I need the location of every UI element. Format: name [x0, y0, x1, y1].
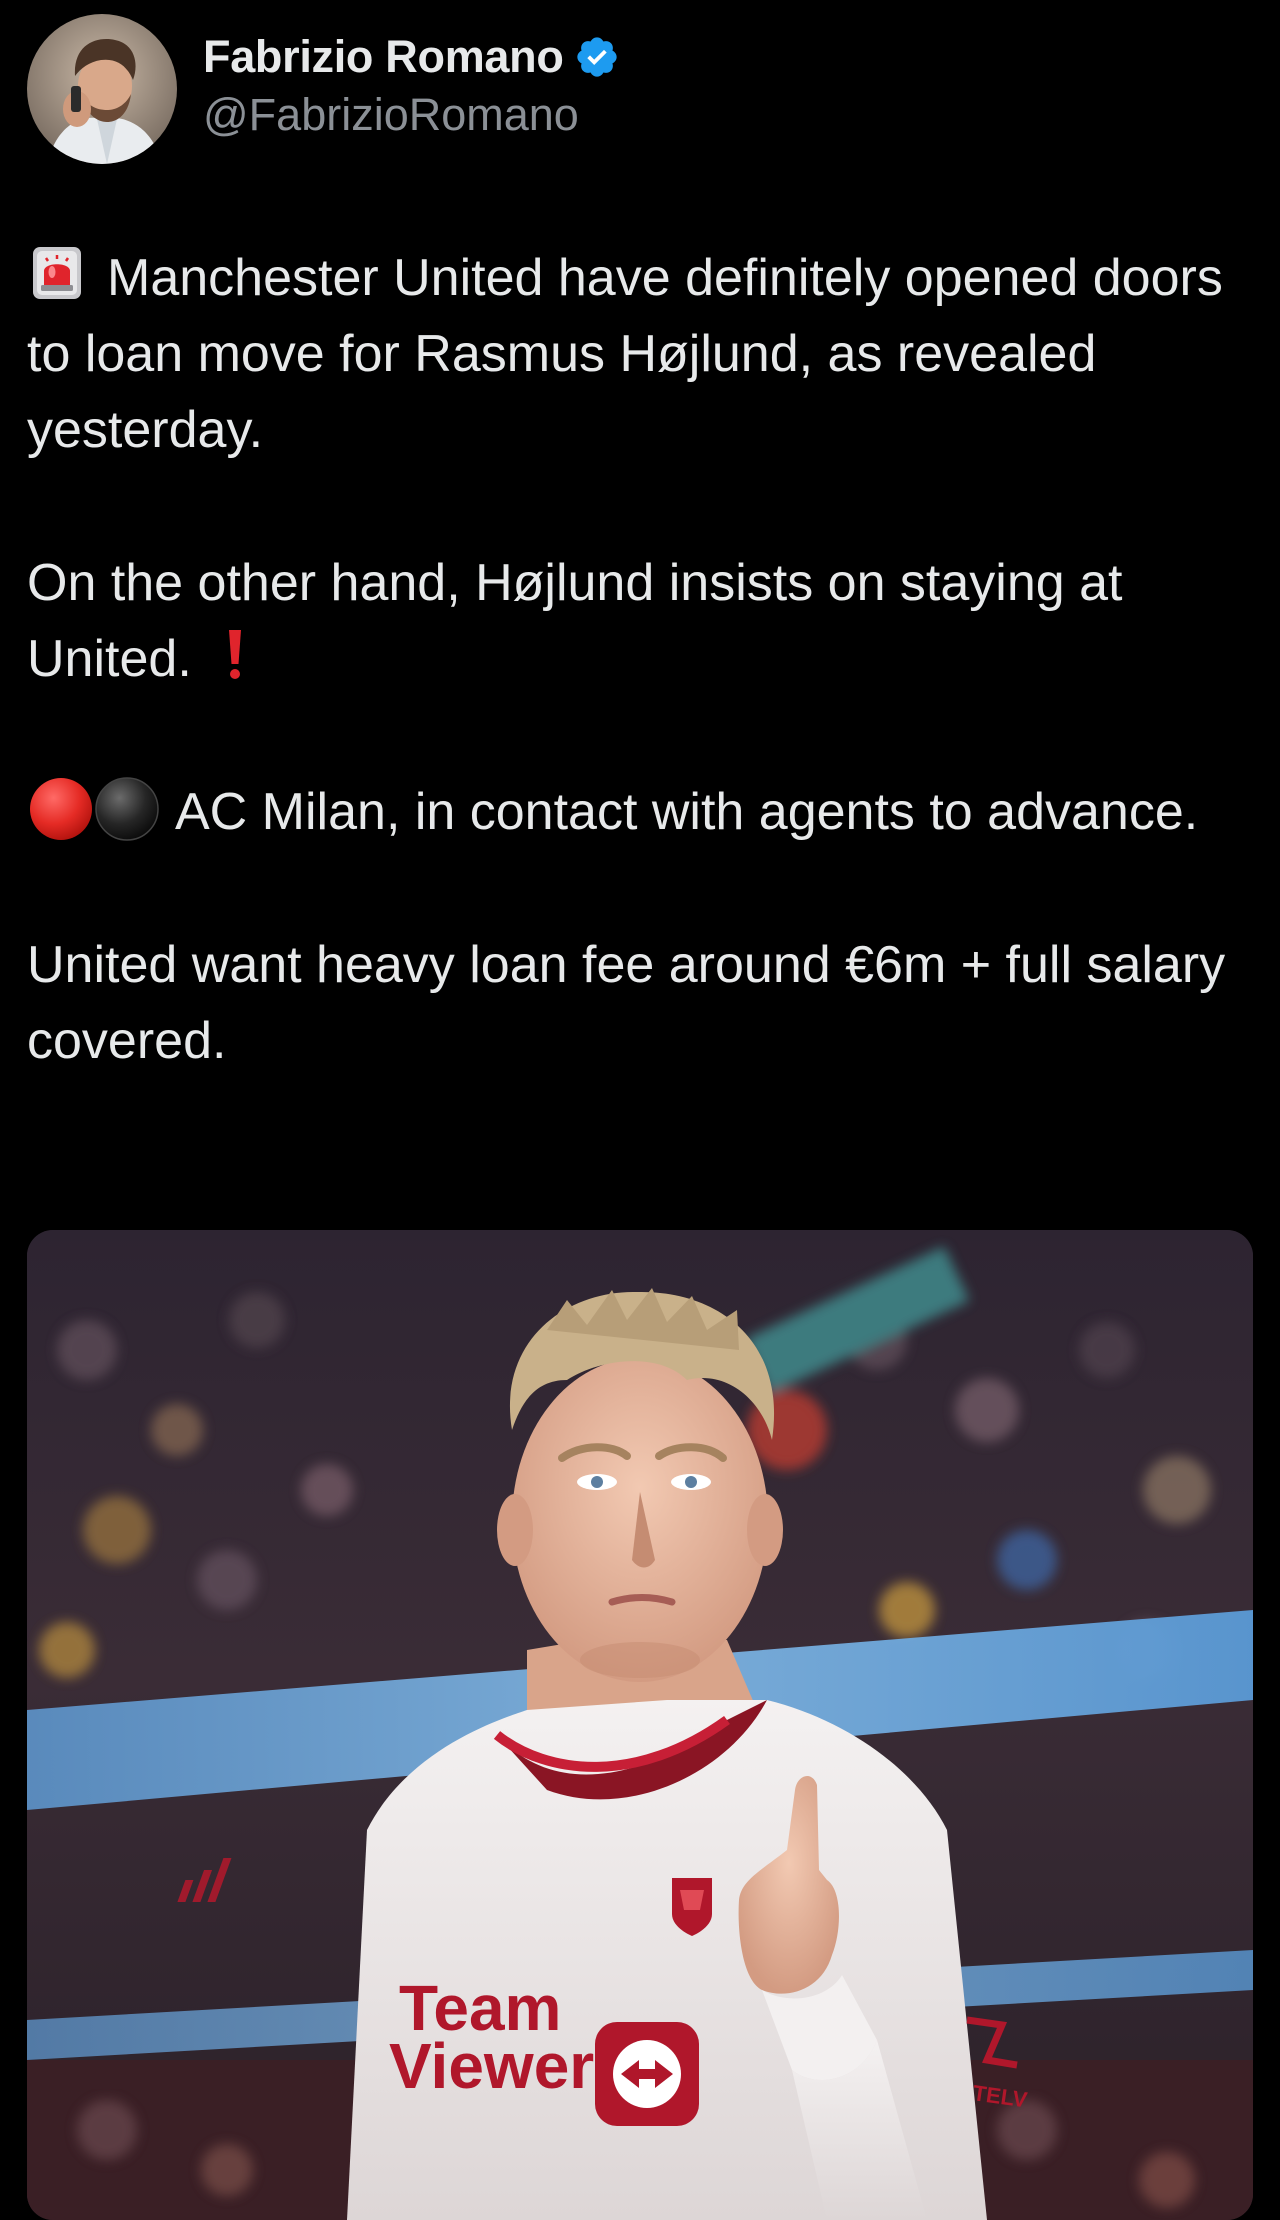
tweet-paragraph-1-text: Manchester United have definitely opened… [27, 249, 1223, 459]
rotating-light-icon [27, 243, 87, 303]
verified-badge-icon [574, 34, 620, 80]
tweet-text: Manchester United have definitely opened… [27, 240, 1257, 1079]
name-row: Fabrizio Romano [203, 27, 620, 87]
author-handle[interactable]: @FabrizioRomano [203, 89, 620, 141]
tweet-header: Fabrizio Romano @FabrizioRomano [27, 14, 620, 164]
player-photo: Team Viewer TELV [27, 1230, 1253, 2220]
author-identity: Fabrizio Romano @FabrizioRomano [203, 27, 620, 141]
tweet-paragraph-2-text: On the other hand, Højlund insists on st… [27, 554, 1123, 688]
tweet-paragraph-3-text: AC Milan, in contact with agents to adva… [175, 783, 1199, 841]
tweet-paragraph-2: On the other hand, Højlund insists on st… [27, 545, 1257, 697]
tweet-paragraph-3: AC Milan, in contact with agents to adva… [27, 774, 1257, 850]
tweet[interactable]: Fabrizio Romano @FabrizioRomano Manchest… [0, 0, 1280, 2220]
red-circle-icon [27, 775, 95, 843]
display-name[interactable]: Fabrizio Romano [203, 31, 564, 83]
avatar-photo [27, 14, 177, 164]
shirt-sponsor-line2: Viewer [389, 2030, 594, 2102]
red-exclamation-icon [220, 624, 250, 684]
avatar[interactable] [27, 14, 177, 164]
tweet-paragraph-4-text: United want heavy loan fee around €6m + … [27, 936, 1226, 1070]
tweet-paragraph-4: United want heavy loan fee around €6m + … [27, 927, 1257, 1079]
tweet-media-photo[interactable]: Team Viewer TELV [27, 1230, 1253, 2220]
tweet-paragraph-1: Manchester United have definitely opened… [27, 240, 1257, 468]
black-circle-icon [93, 775, 161, 843]
